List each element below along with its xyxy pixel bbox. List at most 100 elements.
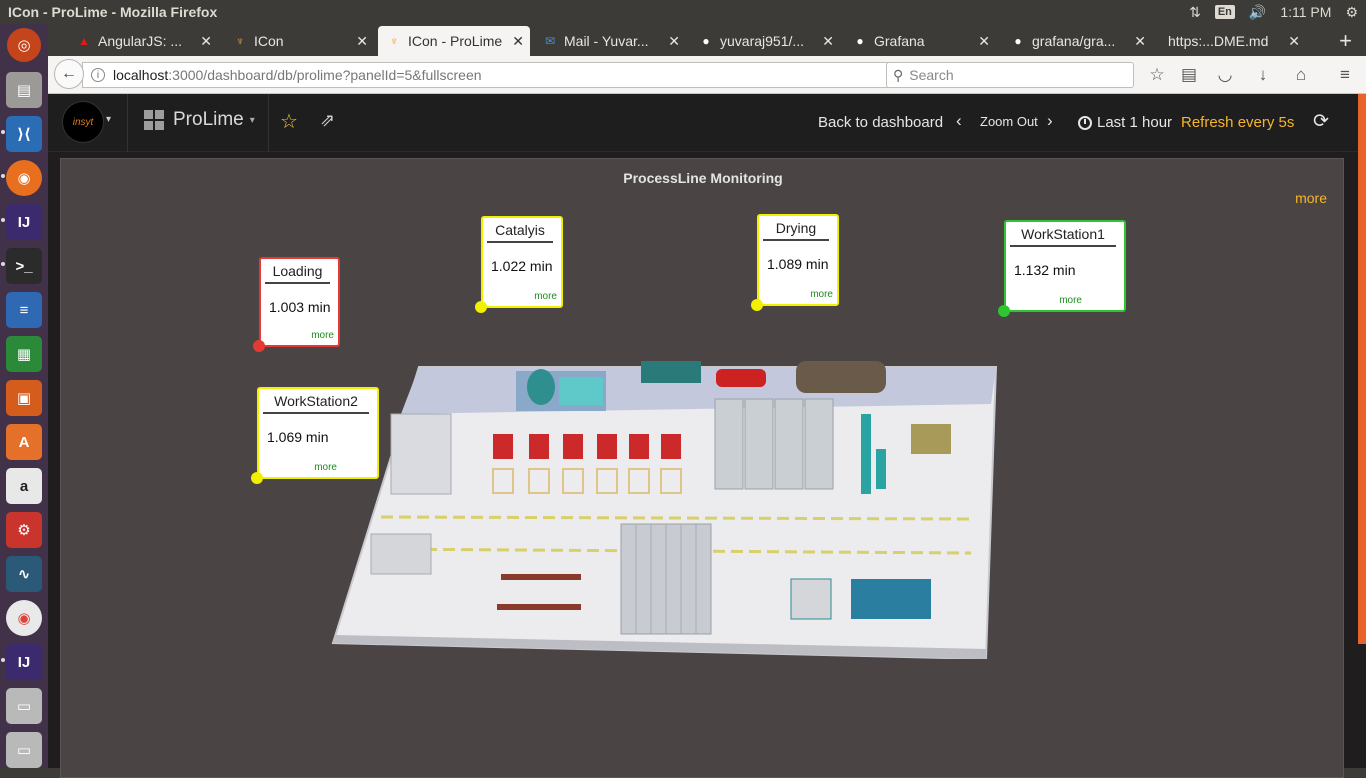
tab-github-yuvaraj[interactable]: ● yuvaraj951/... ✕ — [690, 26, 840, 56]
url-host: localhost — [113, 67, 169, 83]
system-tray: ⇅ En 🔊 1:11 PM ⚙ — [1189, 0, 1358, 24]
tab-icon[interactable]: ♆ ICon ✕ — [224, 26, 374, 56]
site-info-icon[interactable]: i — [91, 68, 105, 82]
station-card-workstation2[interactable]: WorkStation2 1.069 min more — [251, 387, 379, 484]
calc-icon[interactable]: ▦ — [6, 336, 42, 372]
ubuntu-dash-icon[interactable]: ◎ — [7, 28, 41, 62]
intellij-icon[interactable]: IJ — [6, 204, 42, 240]
time-range-picker[interactable]: Last 1 hour — [1078, 114, 1172, 131]
station-card-workstation1[interactable]: WorkStation1 1.132 min more — [998, 220, 1126, 317]
close-icon[interactable]: ✕ — [200, 33, 212, 50]
station-card-catalyis[interactable]: Catalyis 1.022 min more — [475, 216, 563, 313]
back-to-dashboard-button[interactable]: Back to dashboard — [818, 114, 943, 131]
tab-grafana[interactable]: ● Grafana ✕ — [844, 26, 996, 56]
close-icon[interactable]: ✕ — [1134, 33, 1146, 50]
star-icon[interactable]: ☆ — [280, 109, 298, 134]
search-icon: ⚲ — [893, 66, 904, 83]
vscode-icon[interactable]: ⟩⟨ — [6, 116, 42, 152]
panel-more-link[interactable]: more — [1295, 190, 1327, 206]
volume-icon[interactable]: 🔊 — [1249, 4, 1266, 21]
station-card-loading[interactable]: Loading 1.003 min more — [253, 257, 340, 352]
page-scrollbar[interactable] — [1358, 94, 1366, 644]
url-bar[interactable]: i localhost:3000/dashboard/db/prolime?pa… — [82, 62, 928, 88]
refresh-interval[interactable]: Refresh every 5s — [1181, 114, 1294, 131]
tab-label: https:...DME.md — [1168, 33, 1269, 49]
mysql-workbench-icon[interactable]: ∿ — [6, 556, 42, 592]
status-dot — [253, 340, 265, 352]
logo-text: insyt — [72, 116, 94, 128]
firefox-icon[interactable]: ◉ — [6, 160, 42, 196]
tab-label: grafana/gra... — [1032, 33, 1116, 49]
pocket-icon[interactable]: ◡ — [1214, 64, 1236, 86]
caret-down-icon[interactable]: ▾ — [106, 114, 111, 125]
settings-gear-icon[interactable]: ⚙ — [1345, 4, 1358, 21]
status-dot — [751, 299, 763, 311]
mail-icon: ✉ — [544, 34, 556, 48]
url-path: :3000/dashboard/db/prolime?panelId=5&ful… — [168, 67, 482, 83]
station-value: 1.132 min — [1014, 262, 1076, 278]
impress-icon[interactable]: ▣ — [6, 380, 42, 416]
time-range-label: Last 1 hour — [1097, 114, 1173, 131]
panel-title[interactable]: ProcessLine Monitoring — [61, 170, 1345, 186]
share-icon[interactable]: ⇗ — [320, 110, 335, 131]
close-icon[interactable]: ✕ — [822, 33, 834, 50]
new-tab-button[interactable]: + — [1339, 28, 1352, 54]
close-icon[interactable]: ✕ — [356, 33, 368, 50]
terminal-icon[interactable]: >_ — [6, 248, 42, 284]
grafana-app: insyt ▾ ProLime ▾ ☆ ⇗ Back to dashboard … — [48, 94, 1366, 778]
tab-label: Mail - Yuvar... — [564, 33, 649, 49]
station-card-drying[interactable]: Drying 1.089 min more — [751, 214, 839, 311]
clock[interactable]: 1:11 PM — [1280, 4, 1331, 20]
chevron-left-icon[interactable]: ‹ — [956, 111, 962, 131]
station-name: WorkStation2 — [263, 393, 369, 414]
chevron-right-icon[interactable]: › — [1047, 111, 1053, 131]
station-more-link[interactable]: more — [311, 330, 334, 341]
menu-icon[interactable]: ≡ — [1334, 64, 1356, 86]
icon-app-icon: ♆ — [235, 34, 245, 48]
search-input[interactable]: ⚲ Search — [886, 62, 1134, 88]
tab-grafana-repo[interactable]: ● grafana/gra... ✕ — [1002, 26, 1152, 56]
keyboard-layout-indicator[interactable]: En — [1214, 5, 1235, 19]
caret-down-icon: ▾ — [249, 114, 255, 126]
back-button[interactable]: ← — [54, 59, 84, 89]
tab-label: ICon - ProLime — [408, 33, 503, 49]
reading-list-icon[interactable]: ▤ — [1178, 64, 1200, 86]
station-more-link[interactable]: more — [534, 291, 557, 302]
close-icon[interactable]: ✕ — [1288, 33, 1300, 50]
org-logo[interactable]: insyt — [62, 101, 104, 143]
window-title: ICon - ProLime - Mozilla Firefox — [8, 4, 218, 20]
station-value: 1.069 min — [267, 429, 329, 445]
station-value: 1.089 min — [767, 256, 829, 272]
chrome-icon[interactable]: ◉ — [6, 600, 42, 636]
station-more-link[interactable]: more — [1059, 295, 1082, 306]
close-icon[interactable]: ✕ — [978, 33, 990, 50]
tab-icon-prolime[interactable]: ♆ ICon - ProLime ✕ — [378, 26, 530, 56]
grafana-navbar: insyt ▾ ProLime ▾ ☆ ⇗ Back to dashboard … — [48, 94, 1366, 152]
intellij-icon-2[interactable]: IJ — [6, 644, 42, 680]
tab-mail[interactable]: ✉ Mail - Yuvar... ✕ — [534, 26, 686, 56]
bookmark-star-icon[interactable]: ☆ — [1146, 64, 1168, 86]
downloads-icon[interactable]: ↓ — [1252, 64, 1274, 86]
network-icon[interactable]: ⇅ — [1189, 4, 1201, 21]
software-center-icon[interactable]: A — [6, 424, 42, 460]
close-icon[interactable]: ✕ — [512, 33, 524, 50]
station-name: WorkStation1 — [1010, 226, 1116, 247]
tab-angularjs[interactable]: ▲ AngularJS: ... ✕ — [68, 26, 218, 56]
zoom-out-button[interactable]: Zoom Out — [980, 114, 1038, 129]
writer-icon[interactable]: ≡ — [6, 292, 42, 328]
station-value: 1.003 min — [269, 299, 331, 315]
drive-icon[interactable]: ▭ — [6, 688, 42, 724]
station-more-link[interactable]: more — [810, 289, 833, 300]
close-icon[interactable]: ✕ — [668, 33, 680, 50]
system-settings-icon[interactable]: ⚙ — [6, 512, 42, 548]
home-icon[interactable]: ⌂ — [1290, 64, 1312, 86]
refresh-icon[interactable]: ⟳ — [1313, 110, 1329, 133]
dashboard-title[interactable]: ProLime ▾ — [144, 109, 255, 131]
github-icon: ● — [856, 34, 864, 48]
station-more-link[interactable]: more — [314, 462, 337, 473]
file-manager-icon[interactable]: ▤ — [6, 72, 42, 108]
amazon-icon[interactable]: a — [6, 468, 42, 504]
tab-readme[interactable]: https:...DME.md ✕ — [1156, 26, 1306, 56]
tab-label: AngularJS: ... — [98, 33, 183, 49]
drive-icon-2[interactable]: ▭ — [6, 732, 42, 768]
